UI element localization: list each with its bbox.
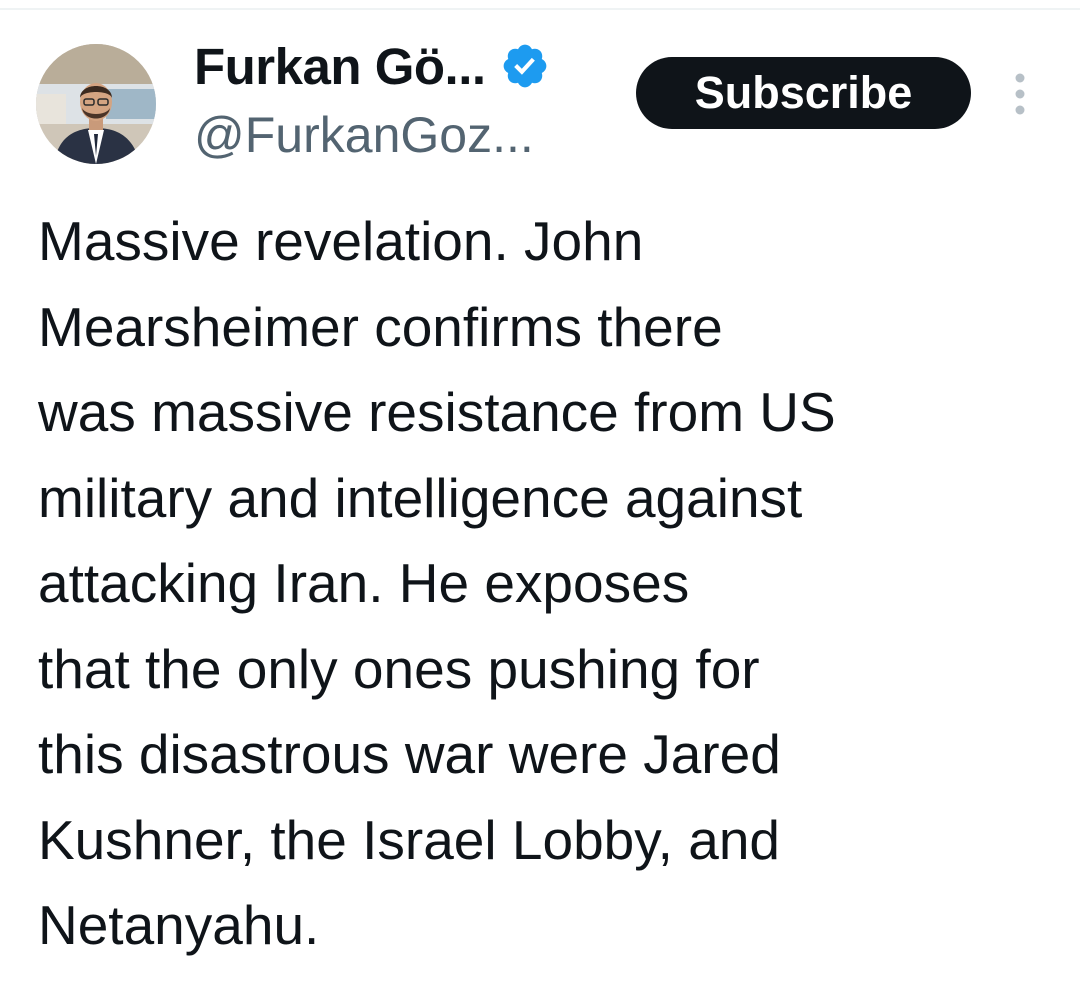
author-name-row[interactable]: Furkan Gö...	[194, 36, 550, 96]
avatar-photo	[36, 44, 156, 164]
tweet-text: Massive revelation. John Mearsheimer con…	[38, 199, 1048, 969]
tweet-text-line: Mearsheimer confirms there	[38, 295, 723, 358]
verified-badge-icon	[500, 41, 550, 91]
tweet-text-line: Kushner, the Israel Lobby, and	[38, 808, 780, 871]
subscribe-button[interactable]: Subscribe	[636, 57, 971, 129]
tweet-text-line: that the only ones pushing for	[38, 637, 760, 700]
tweet-text-line: attacking Iran. He exposes	[38, 552, 690, 614]
author-handle[interactable]: @FurkanGoz...	[194, 106, 534, 164]
tweet-text-line: this disastrous war were Jared	[38, 723, 781, 785]
author-display-name[interactable]: Furkan Gö...	[194, 37, 486, 96]
tweet-text-line: military and intelligence against	[38, 466, 803, 529]
top-divider	[0, 8, 1080, 10]
tweet-text-line: was massive resistance from US	[38, 381, 836, 443]
tweet-text-line: Massive revelation. John	[38, 210, 644, 272]
avatar[interactable]	[36, 44, 156, 164]
tweet-text-line: Netanyahu.	[38, 894, 320, 956]
more-vertical-icon[interactable]	[1004, 70, 1036, 118]
